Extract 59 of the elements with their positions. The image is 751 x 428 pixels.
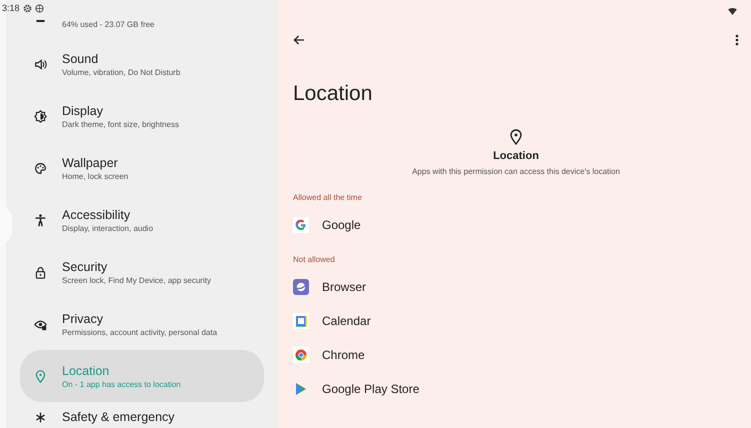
chrome-logo-icon bbox=[293, 347, 309, 363]
more-options-icon[interactable] bbox=[735, 34, 739, 46]
item-subtitle: Dark theme, font size, brightness bbox=[62, 120, 179, 128]
accessibility-icon bbox=[34, 214, 47, 226]
settings-item[interactable]: Accessibility Display, interaction, audio bbox=[20, 194, 264, 246]
item-subtitle: Permissions, account activity, personal data bbox=[62, 328, 218, 336]
eye-lock-icon bbox=[34, 318, 47, 330]
app-row[interactable]: Google bbox=[293, 210, 739, 240]
location-pin-icon bbox=[510, 129, 522, 145]
app-name: Browser bbox=[322, 280, 366, 294]
planet-icon bbox=[293, 279, 309, 295]
app-name: Calendar bbox=[322, 314, 371, 328]
item-subtitle: 64% used - 23.07 GB free bbox=[62, 20, 154, 29]
page-title: Location bbox=[293, 82, 374, 106]
permission-title: Location bbox=[493, 150, 539, 162]
settings-item[interactable]: Display Dark theme, font size, brightness bbox=[20, 90, 264, 142]
item-subtitle: On - 1 app has access to location bbox=[62, 380, 181, 388]
status-time: 3:18 bbox=[2, 3, 20, 13]
app-name: Google Play Store bbox=[322, 382, 420, 396]
back-icon[interactable] bbox=[293, 35, 305, 45]
speaker-icon bbox=[34, 58, 47, 70]
location-pin-icon bbox=[34, 370, 47, 382]
item-title: Sound bbox=[62, 52, 100, 66]
app-name: Chrome bbox=[322, 348, 365, 362]
google-logo-icon bbox=[293, 217, 309, 233]
settings-item[interactable]: Safety & emergency bbox=[20, 402, 264, 424]
palette-icon bbox=[34, 162, 47, 174]
wifi-icon bbox=[728, 8, 737, 15]
section-heading: Not allowed bbox=[293, 254, 336, 266]
app-row[interactable]: Chrome bbox=[293, 340, 739, 370]
item-subtitle: Display, interaction, audio bbox=[62, 224, 154, 232]
item-title: Display bbox=[62, 104, 104, 118]
item-subtitle: Screen lock, Find My Device, app security bbox=[62, 276, 211, 284]
item-title: Wallpaper bbox=[62, 156, 119, 170]
item-title: Safety & emergency bbox=[62, 410, 175, 424]
app-row[interactable]: Calendar bbox=[293, 306, 739, 336]
item-subtitle: Home, lock screen bbox=[62, 172, 128, 180]
settings-item[interactable]: Sound Volume, vibration, Do Not Disturb bbox=[20, 38, 264, 90]
section-heading: Allowed all the time bbox=[293, 192, 363, 204]
settings-item[interactable]: 64% used - 23.07 GB free bbox=[20, 20, 264, 38]
item-title: Privacy bbox=[62, 312, 104, 326]
permission-description: Apps with this permission can access this device's location bbox=[412, 167, 620, 176]
app-row[interactable]: Google Play Store bbox=[293, 374, 739, 404]
item-title: Security bbox=[62, 260, 108, 274]
gear-icon bbox=[22, 4, 32, 12]
item-title: Location bbox=[62, 364, 110, 378]
settings-item[interactable]: Privacy Permissions, account activity, personal data bbox=[20, 298, 264, 350]
item-title: Accessibility bbox=[62, 208, 132, 222]
settings-item[interactable]: Security Screen lock, Find My Device, app security bbox=[20, 246, 264, 298]
asterisk-icon bbox=[34, 411, 47, 424]
brightness-icon bbox=[34, 110, 47, 122]
globe-icon bbox=[34, 4, 44, 12]
settings-item[interactable]: Wallpaper Home, lock screen bbox=[20, 142, 264, 194]
app-name: Google bbox=[322, 218, 361, 232]
app-row[interactable]: Browser bbox=[293, 272, 739, 302]
calendar-icon bbox=[293, 313, 309, 329]
storage-bar-icon bbox=[34, 20, 47, 22]
lock-icon bbox=[34, 266, 47, 278]
item-subtitle: Volume, vibration, Do Not Disturb bbox=[62, 68, 180, 76]
